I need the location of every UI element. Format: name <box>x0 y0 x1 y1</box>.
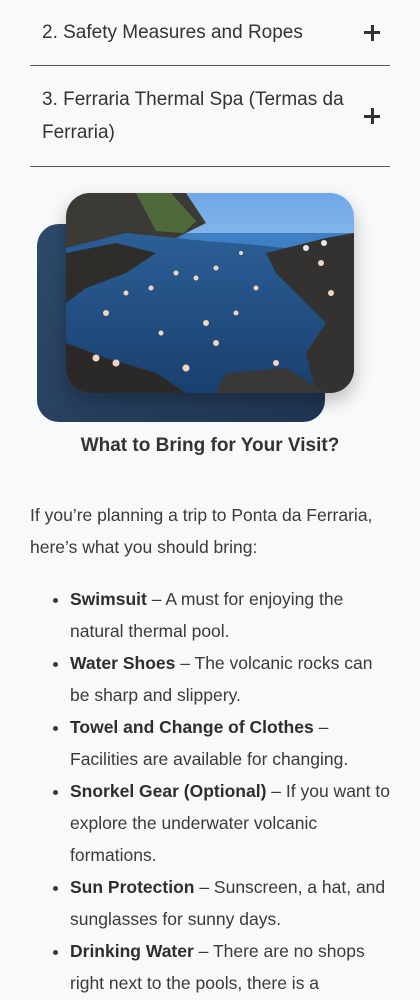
list-item: Sun Protection – Sunscreen, a hat, and s… <box>70 871 390 935</box>
feature-image-block <box>0 167 420 437</box>
accordion-item-label: 2. Safety Measures and Ropes <box>42 22 303 43</box>
section-heading: What to Bring for Your Visit? <box>80 435 340 456</box>
accordion-item-thermal-spa[interactable]: 3. Ferraria Thermal Spa (Termas da Ferra… <box>30 66 390 167</box>
list-item-title: Drinking Water <box>70 941 194 961</box>
faq-accordion: 2. Safety Measures and Ropes 3. Ferraria… <box>30 0 390 167</box>
section-intro: If you’re planning a trip to Ponta da Fe… <box>30 505 373 557</box>
what-to-bring-list: Swimsuit – A must for enjoying the natur… <box>0 583 420 999</box>
list-item: Drinking Water – There are no shops righ… <box>70 935 390 999</box>
list-item-title: Water Shoes <box>70 653 176 673</box>
list-item: Water Shoes – The volcanic rocks can be … <box>70 647 390 711</box>
list-item-title: Swimsuit <box>70 589 147 609</box>
accordion-item-safety-measures[interactable]: 2. Safety Measures and Ropes <box>30 0 390 66</box>
plus-icon[interactable] <box>364 108 380 124</box>
list-item-title: Snorkel Gear (Optional) <box>70 781 267 801</box>
thermal-pool-illustration <box>66 193 354 393</box>
list-item: Swimsuit – A must for enjoying the natur… <box>70 583 390 647</box>
list-item: Towel and Change of Clothes – Facilities… <box>70 711 390 775</box>
accordion-item-label: 3. Ferraria Thermal Spa (Termas da Ferra… <box>42 89 344 143</box>
list-item-title: Towel and Change of Clothes <box>70 717 314 737</box>
list-item: Snorkel Gear (Optional) – If you want to… <box>70 775 390 871</box>
thermal-pool-photo <box>66 193 354 393</box>
plus-icon[interactable] <box>364 24 380 41</box>
list-item-title: Sun Protection <box>70 877 195 897</box>
